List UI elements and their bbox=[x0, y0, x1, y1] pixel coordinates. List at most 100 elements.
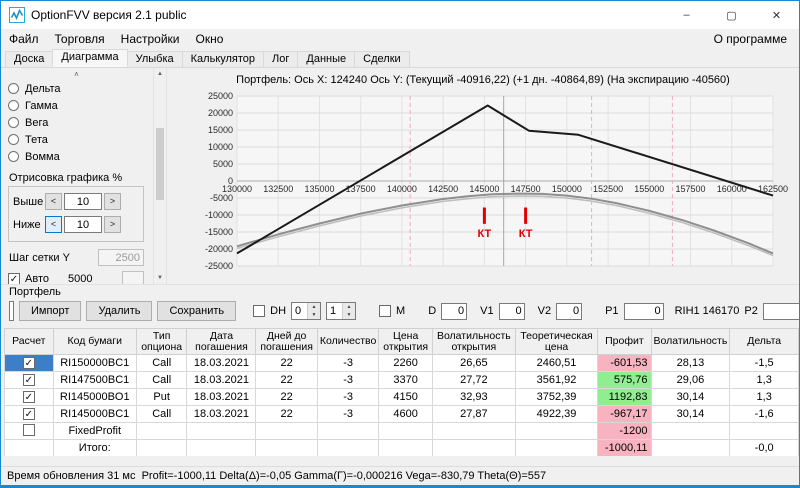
menu-about[interactable]: О программе bbox=[702, 31, 799, 47]
code-cell[interactable]: RI145000BO1 bbox=[52, 388, 137, 406]
row-checkbox[interactable]: ✓ bbox=[22, 357, 35, 369]
tab-5[interactable]: Данные bbox=[297, 51, 356, 67]
qty-cell[interactable]: -3 bbox=[316, 354, 380, 372]
theo-price-cell[interactable]: 3561,92 bbox=[514, 371, 599, 389]
profit-cell[interactable]: -1200 bbox=[597, 422, 652, 440]
qty-cell[interactable]: -3 bbox=[316, 371, 380, 389]
open-price-cell[interactable]: 3370 bbox=[378, 371, 433, 389]
greek-radio-1[interactable]: Гамма bbox=[8, 97, 153, 114]
dh-spinner-1[interactable]: ▲ ▼ bbox=[291, 302, 322, 320]
spinner-up-icon[interactable]: ▲ bbox=[342, 303, 356, 311]
delta-cell[interactable] bbox=[729, 422, 799, 440]
dh-spinner-2-value[interactable] bbox=[327, 303, 343, 319]
p1-input[interactable] bbox=[623, 302, 664, 320]
row-checkbox[interactable] bbox=[22, 423, 35, 436]
above-increase-button[interactable]: > bbox=[104, 193, 121, 210]
greek-radio-0[interactable]: Дельта bbox=[8, 80, 153, 97]
spinner-down-icon[interactable]: ▼ bbox=[342, 311, 356, 319]
delta-cell[interactable]: -0,0 bbox=[729, 439, 799, 456]
type-cell[interactable]: Call bbox=[135, 354, 188, 372]
delta-cell[interactable]: -1,6 bbox=[729, 405, 799, 423]
scrollbar-down-icon[interactable]: ▼ bbox=[154, 272, 166, 284]
vol-cell[interactable]: 28,13 bbox=[650, 354, 731, 372]
date-cell[interactable] bbox=[186, 439, 257, 456]
col-header-1[interactable]: Код бумаги bbox=[52, 328, 137, 355]
menu-item-0[interactable]: Файл bbox=[1, 31, 47, 47]
col-header-6[interactable]: Цена открытия bbox=[378, 328, 433, 355]
tab-2[interactable]: Улыбка bbox=[126, 51, 183, 67]
vol-cell[interactable]: 30,14 bbox=[650, 405, 731, 423]
greek-radio-3[interactable]: Тета bbox=[8, 131, 153, 148]
v1-input[interactable] bbox=[498, 302, 525, 320]
col-header-11[interactable]: Дельта bbox=[729, 328, 799, 355]
calc-cell[interactable]: ✓ bbox=[4, 354, 54, 372]
calc-cell[interactable]: ✓ bbox=[4, 405, 54, 423]
tab-6[interactable]: Сделки bbox=[354, 51, 410, 67]
row-checkbox[interactable]: ✓ bbox=[22, 374, 35, 386]
direction-combobox[interactable]: ННаправле ▾ bbox=[9, 301, 14, 321]
col-header-2[interactable]: Тип опциона bbox=[135, 328, 188, 355]
days-cell[interactable] bbox=[255, 422, 318, 440]
above-decrease-button[interactable]: < bbox=[45, 193, 62, 210]
code-cell[interactable]: RI150000BC1 bbox=[52, 354, 137, 372]
theo-price-cell[interactable] bbox=[514, 439, 599, 456]
tab-4[interactable]: Лог bbox=[263, 51, 299, 67]
delta-cell[interactable]: -1,5 bbox=[729, 354, 799, 372]
scrollbar-up-icon[interactable]: ▲ bbox=[154, 68, 166, 80]
auto-checkbox[interactable]: ✓ bbox=[8, 273, 20, 284]
vol-cell[interactable] bbox=[650, 439, 731, 456]
minimize-icon[interactable]: – bbox=[664, 1, 709, 29]
theo-price-cell[interactable] bbox=[514, 422, 599, 440]
days-cell[interactable]: 22 bbox=[255, 388, 318, 406]
delta-cell[interactable]: 1,3 bbox=[729, 371, 799, 389]
calc-cell[interactable] bbox=[4, 422, 54, 440]
col-header-5[interactable]: Количество bbox=[316, 328, 380, 355]
type-cell[interactable]: Put bbox=[135, 388, 188, 406]
spinner-down-icon[interactable]: ▼ bbox=[307, 311, 321, 319]
days-cell[interactable] bbox=[255, 439, 318, 456]
dh-spinner-2[interactable]: ▲ ▼ bbox=[326, 302, 357, 320]
col-header-10[interactable]: Волатильность bbox=[650, 328, 731, 355]
scrollbar-thumb[interactable] bbox=[156, 128, 164, 200]
dh-checkbox[interactable] bbox=[253, 305, 266, 317]
m-checkbox[interactable] bbox=[379, 305, 392, 317]
col-header-3[interactable]: Дата погашения bbox=[186, 328, 257, 355]
open-price-cell[interactable]: 4600 bbox=[378, 405, 433, 423]
code-cell[interactable]: Итого: bbox=[52, 439, 137, 456]
open-price-cell[interactable]: 2260 bbox=[378, 354, 433, 372]
type-cell[interactable] bbox=[135, 422, 188, 440]
aux-input[interactable] bbox=[122, 271, 144, 284]
type-cell[interactable]: Call bbox=[135, 405, 188, 423]
greek-radio-4[interactable]: Вомма bbox=[8, 148, 153, 165]
tab-1[interactable]: Диаграмма bbox=[52, 49, 128, 67]
days-cell[interactable]: 22 bbox=[255, 354, 318, 372]
scroll-up-icon[interactable]: ˄ bbox=[8, 70, 145, 80]
maximize-icon[interactable]: ▢ bbox=[709, 1, 754, 29]
menu-item-1[interactable]: Торговля bbox=[47, 31, 113, 47]
below-decrease-button[interactable]: < bbox=[45, 216, 62, 233]
grid-step-input[interactable] bbox=[98, 249, 144, 266]
date-cell[interactable]: 18.03.2021 bbox=[186, 405, 257, 423]
delete-button[interactable]: Удалить bbox=[86, 301, 153, 321]
dh-spinner-1-value[interactable] bbox=[292, 303, 308, 319]
theo-price-cell[interactable]: 4922,39 bbox=[514, 405, 599, 423]
v2-input[interactable] bbox=[556, 302, 583, 320]
spinner-up-icon[interactable]: ▲ bbox=[307, 303, 321, 311]
col-header-4[interactable]: Дней до погашения bbox=[255, 328, 318, 355]
qty-cell[interactable] bbox=[316, 439, 380, 456]
open-vol-cell[interactable] bbox=[431, 422, 516, 440]
profit-cell[interactable]: -1000,11 bbox=[597, 439, 652, 456]
code-cell[interactable]: RI147500BC1 bbox=[52, 371, 137, 389]
col-header-8[interactable]: Теоретическая цена bbox=[514, 328, 599, 355]
below-value-input[interactable] bbox=[64, 216, 102, 233]
close-icon[interactable]: ✕ bbox=[754, 1, 799, 29]
row-checkbox[interactable]: ✓ bbox=[22, 408, 35, 420]
theo-price-cell[interactable]: 2460,51 bbox=[514, 354, 599, 372]
vol-cell[interactable] bbox=[650, 422, 731, 440]
row-checkbox[interactable]: ✓ bbox=[22, 391, 35, 403]
open-price-cell[interactable] bbox=[378, 422, 433, 440]
open-vol-cell[interactable]: 27,87 bbox=[431, 405, 516, 423]
menu-item-3[interactable]: Окно bbox=[188, 31, 232, 47]
date-cell[interactable]: 18.03.2021 bbox=[186, 354, 257, 372]
col-header-7[interactable]: Волатильность открытия bbox=[431, 328, 516, 355]
